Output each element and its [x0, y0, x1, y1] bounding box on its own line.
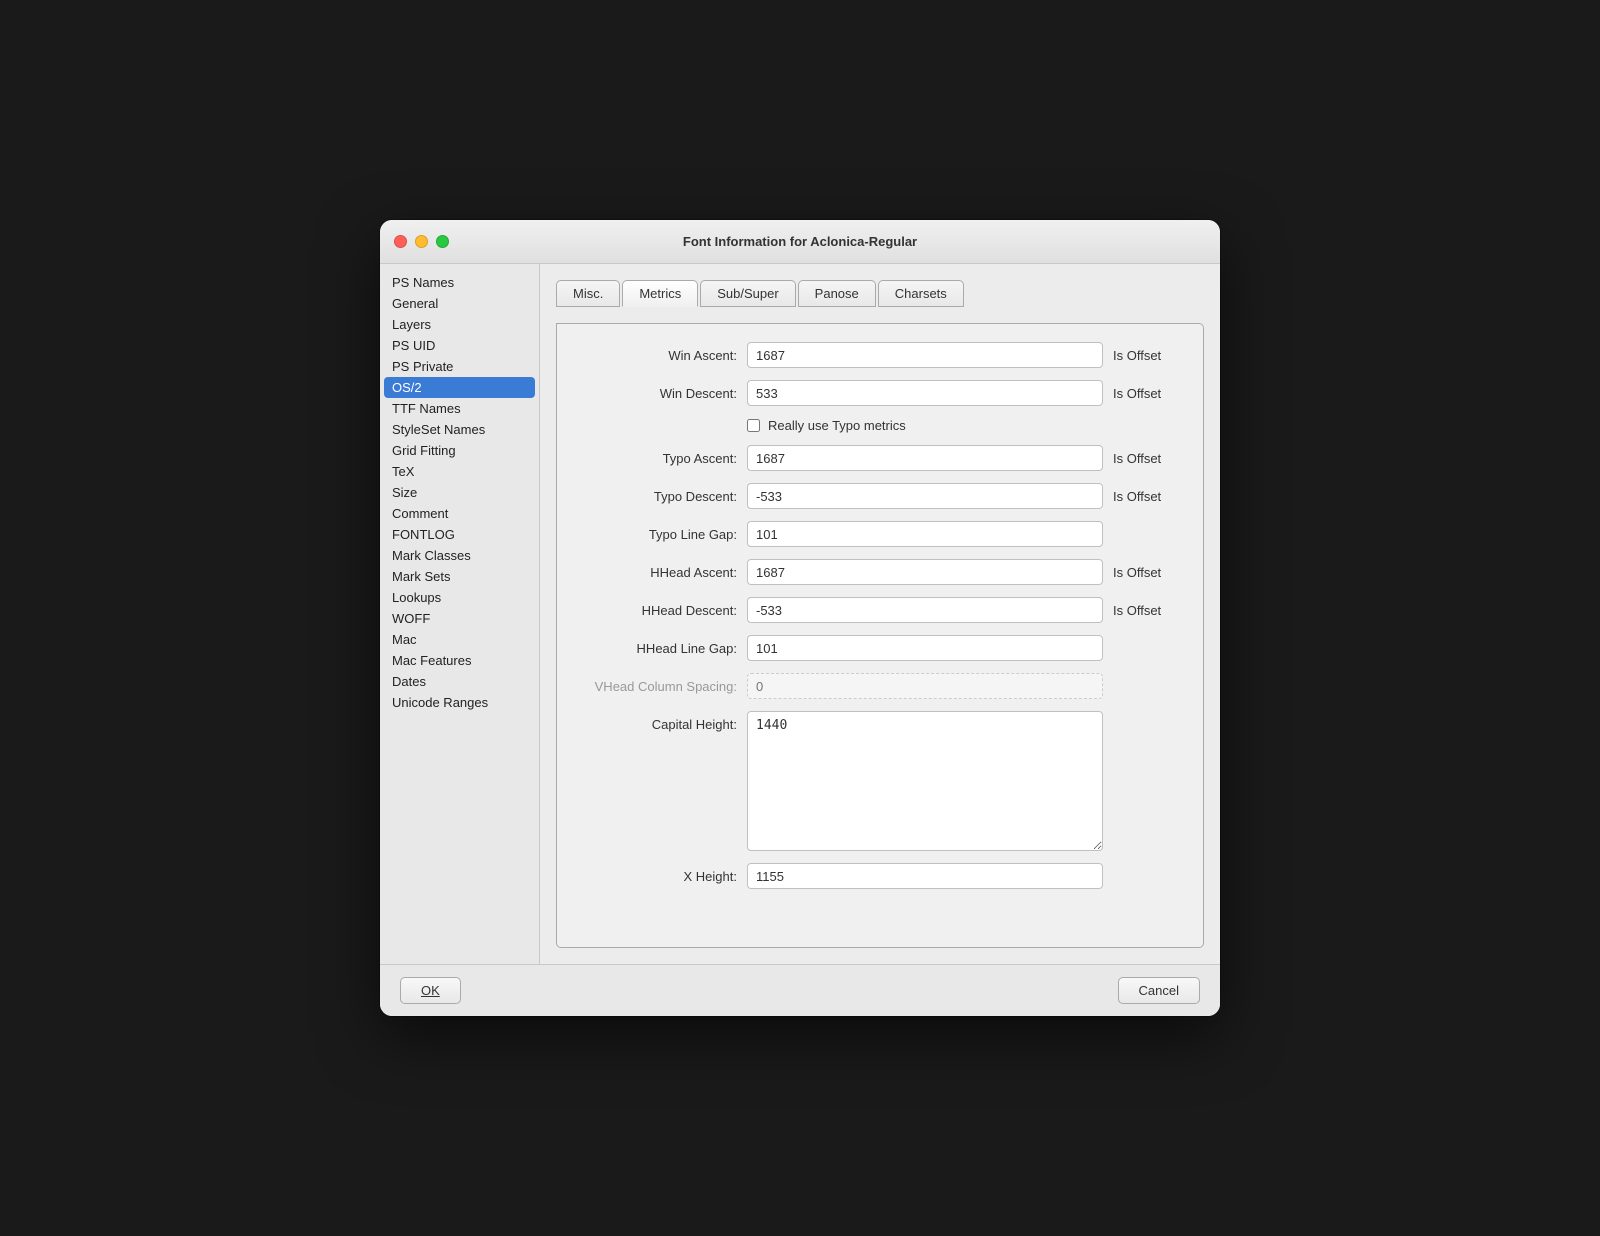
- capital-height-label: Capital Height:: [577, 711, 737, 732]
- sidebar-item-mac[interactable]: Mac: [380, 629, 539, 650]
- typo-descent-input[interactable]: [747, 483, 1103, 509]
- typo-descent-row: Typo Descent: Is Offset: [577, 483, 1183, 509]
- maximize-button[interactable]: [436, 235, 449, 248]
- sidebar-item-mac-features[interactable]: Mac Features: [380, 650, 539, 671]
- sidebar-item-ps-private[interactable]: PS Private: [380, 356, 539, 377]
- sidebar-item-ps-names[interactable]: PS Names: [380, 272, 539, 293]
- win-ascent-offset: Is Offset: [1113, 348, 1183, 363]
- sidebar-item-general[interactable]: General: [380, 293, 539, 314]
- sidebar-item-ttf-names[interactable]: TTF Names: [380, 398, 539, 419]
- close-button[interactable]: [394, 235, 407, 248]
- typo-descent-offset: Is Offset: [1113, 489, 1183, 504]
- sidebar-item-woff[interactable]: WOFF: [380, 608, 539, 629]
- titlebar: Font Information for Aclonica-Regular: [380, 220, 1220, 264]
- hhead-descent-input[interactable]: [747, 597, 1103, 623]
- sidebar-item-size[interactable]: Size: [380, 482, 539, 503]
- typo-line-gap-row: Typo Line Gap:: [577, 521, 1183, 547]
- typo-line-gap-input[interactable]: [747, 521, 1103, 547]
- typo-metrics-checkbox[interactable]: [747, 419, 760, 432]
- hhead-descent-row: HHead Descent: Is Offset: [577, 597, 1183, 623]
- vhead-col-spacing-row: VHead Column Spacing:: [577, 673, 1183, 699]
- sidebar-item-layers[interactable]: Layers: [380, 314, 539, 335]
- ok-button[interactable]: OK: [400, 977, 461, 1004]
- sidebar-item-unicode-ranges[interactable]: Unicode Ranges: [380, 692, 539, 713]
- hhead-ascent-input[interactable]: [747, 559, 1103, 585]
- capital-height-input[interactable]: 1440: [747, 711, 1103, 851]
- win-ascent-input[interactable]: [747, 342, 1103, 368]
- sidebar-item-os/2[interactable]: OS/2: [384, 377, 535, 398]
- win-ascent-row: Win Ascent: Is Offset: [577, 342, 1183, 368]
- win-ascent-label: Win Ascent:: [577, 348, 737, 363]
- footer: OK Cancel: [380, 964, 1220, 1016]
- sidebar: PS NamesGeneralLayersPS UIDPS PrivateOS/…: [380, 264, 540, 964]
- cancel-button[interactable]: Cancel: [1118, 977, 1200, 1004]
- typo-descent-label: Typo Descent:: [577, 489, 737, 504]
- typo-ascent-row: Typo Ascent: Is Offset: [577, 445, 1183, 471]
- tab-sub-super[interactable]: Sub/Super: [700, 280, 795, 307]
- hhead-ascent-offset: Is Offset: [1113, 565, 1183, 580]
- x-height-input[interactable]: [747, 863, 1103, 889]
- hhead-descent-offset: Is Offset: [1113, 603, 1183, 618]
- main-panel: Misc.MetricsSub/SuperPanoseCharsets Win …: [540, 264, 1220, 964]
- tab-bar: Misc.MetricsSub/SuperPanoseCharsets: [556, 280, 1204, 307]
- tab-charsets[interactable]: Charsets: [878, 280, 964, 307]
- sidebar-item-ps-uid[interactable]: PS UID: [380, 335, 539, 356]
- typo-ascent-offset: Is Offset: [1113, 451, 1183, 466]
- hhead-line-gap-input[interactable]: [747, 635, 1103, 661]
- win-descent-input[interactable]: [747, 380, 1103, 406]
- win-descent-offset: Is Offset: [1113, 386, 1183, 401]
- window: Font Information for Aclonica-Regular PS…: [380, 220, 1220, 1016]
- capital-height-row: Capital Height: 1440: [577, 711, 1183, 851]
- tab-misc-[interactable]: Misc.: [556, 280, 620, 307]
- hhead-ascent-label: HHead Ascent:: [577, 565, 737, 580]
- sidebar-item-tex[interactable]: TeX: [380, 461, 539, 482]
- sidebar-item-mark-classes[interactable]: Mark Classes: [380, 545, 539, 566]
- hhead-line-gap-label: HHead Line Gap:: [577, 641, 737, 656]
- typo-metrics-row: Really use Typo metrics: [577, 418, 1183, 433]
- tab-panose[interactable]: Panose: [798, 280, 876, 307]
- hhead-line-gap-row: HHead Line Gap:: [577, 635, 1183, 661]
- hhead-ascent-row: HHead Ascent: Is Offset: [577, 559, 1183, 585]
- sidebar-item-lookups[interactable]: Lookups: [380, 587, 539, 608]
- tab-content: Win Ascent: Is Offset Win Descent: Is Of…: [556, 323, 1204, 948]
- sidebar-item-fontlog[interactable]: FONTLOG: [380, 524, 539, 545]
- window-title: Font Information for Aclonica-Regular: [683, 234, 917, 249]
- hhead-descent-label: HHead Descent:: [577, 603, 737, 618]
- typo-ascent-input[interactable]: [747, 445, 1103, 471]
- tab-metrics[interactable]: Metrics: [622, 280, 698, 307]
- sidebar-item-comment[interactable]: Comment: [380, 503, 539, 524]
- vhead-col-spacing-input[interactable]: [747, 673, 1103, 699]
- sidebar-item-grid-fitting[interactable]: Grid Fitting: [380, 440, 539, 461]
- content-area: PS NamesGeneralLayersPS UIDPS PrivateOS/…: [380, 264, 1220, 964]
- win-descent-row: Win Descent: Is Offset: [577, 380, 1183, 406]
- sidebar-item-dates[interactable]: Dates: [380, 671, 539, 692]
- minimize-button[interactable]: [415, 235, 428, 248]
- x-height-row: X Height:: [577, 863, 1183, 889]
- sidebar-item-styleset-names[interactable]: StyleSet Names: [380, 419, 539, 440]
- traffic-lights: [394, 235, 449, 248]
- win-descent-label: Win Descent:: [577, 386, 737, 401]
- typo-metrics-label: Really use Typo metrics: [768, 418, 906, 433]
- typo-ascent-label: Typo Ascent:: [577, 451, 737, 466]
- typo-line-gap-label: Typo Line Gap:: [577, 527, 737, 542]
- vhead-col-spacing-label: VHead Column Spacing:: [577, 679, 737, 694]
- sidebar-item-mark-sets[interactable]: Mark Sets: [380, 566, 539, 587]
- x-height-label: X Height:: [577, 869, 737, 884]
